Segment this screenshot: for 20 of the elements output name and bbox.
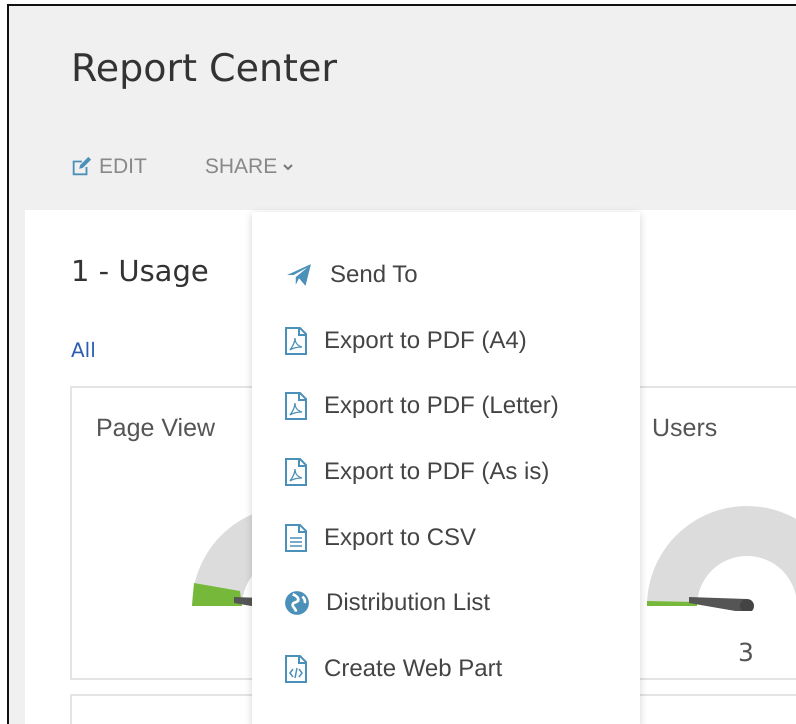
menu-item[interactable]: Create Web Part [252, 636, 640, 702]
card-title: Users [652, 414, 718, 443]
pdf-file-icon [284, 458, 308, 486]
document-icon [284, 524, 308, 552]
menu-item[interactable]: Export to PDF (Letter) [252, 373, 640, 440]
menu-item[interactable]: Distribution List [252, 570, 640, 636]
chevron-icon [283, 162, 294, 172]
pdf-file-icon [284, 392, 308, 420]
menu-item[interactable]: Export to PDF (As is) [252, 439, 640, 505]
page-title: Report Center [70, 45, 338, 92]
gauge-value: 3 [738, 638, 754, 667]
globe-icon [284, 590, 310, 616]
pdf-file-icon [284, 326, 308, 355]
menu-item[interactable]: Export to PDF (A4) [252, 308, 640, 374]
section-title: 1 - Usage [71, 254, 209, 288]
menu-item[interactable]: Export to CSV [252, 504, 640, 570]
filter-link[interactable]: All [71, 338, 96, 362]
code-file-icon [284, 654, 308, 683]
menu-item[interactable]: Send To [252, 242, 640, 308]
card-title: Page View [96, 414, 216, 443]
